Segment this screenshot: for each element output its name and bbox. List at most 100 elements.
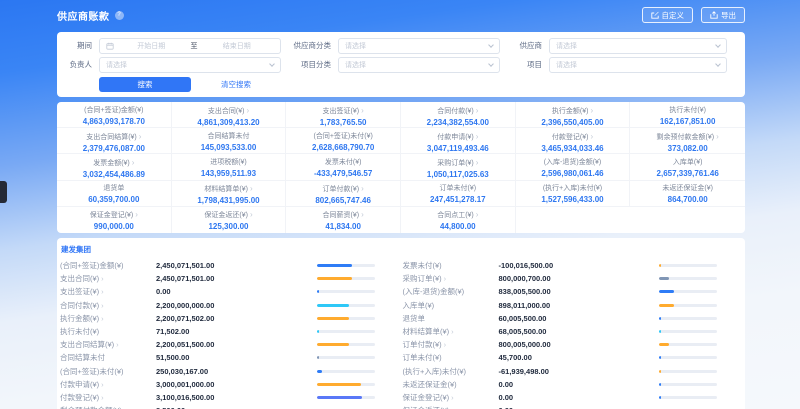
group-row[interactable]: 订单付款(¥)›800,005,000.00 (403, 338, 746, 351)
stat-cell[interactable]: 保证金登记(¥)›990,000.00 (57, 207, 172, 233)
group-row-label: (执行+入库)未付(¥) (403, 366, 499, 377)
stat-cell[interactable]: 付款申请(¥)›3,047,119,493.46 (401, 128, 516, 154)
mini-bar-fill (659, 290, 674, 293)
mini-bar-track (659, 264, 717, 267)
stat-cell[interactable]: 支出合同结算(¥)›2,379,476,087.00 (57, 128, 172, 154)
mini-bar-fill (317, 317, 349, 320)
group-row-value: 2,450,071,501.00 (156, 261, 214, 270)
supplier-category-filter-group: 供应商分类 请选择 (281, 38, 500, 54)
group-row[interactable]: 付款申请(¥)›3,000,001,000.00 (60, 378, 403, 391)
chevron-right-icon: › (716, 132, 719, 141)
mini-bar-fill (659, 383, 661, 386)
chevron-right-icon: › (451, 327, 454, 336)
group-row[interactable]: 材料结算单(¥)›68,005,500.00 (403, 325, 746, 338)
project-category-label: 项目分类 (281, 59, 338, 70)
stat-cell[interactable]: 合同点工(¥)›44,800.00 (401, 207, 516, 233)
stat-label: 支出合同结算(¥)› (57, 132, 171, 143)
stat-cell[interactable]: 材料结算单(¥)›1,798,431,995.00 (172, 181, 287, 207)
group-row[interactable]: 执行金额(¥)›2,200,071,502.00 (60, 312, 403, 325)
mini-bar-fill (317, 330, 319, 333)
group-row-label: 保证金登记(¥)› (403, 392, 499, 403)
stat-cell[interactable]: 合同付款(¥)›2,234,382,554.00 (401, 102, 516, 128)
date-range-input[interactable]: 开始日期 至 结束日期 (99, 38, 281, 54)
chevron-right-icon: › (361, 184, 364, 193)
stat-value: 802,665,747.46 (286, 195, 400, 206)
group-row-value: -61,939,498.00 (499, 367, 549, 376)
group-row[interactable]: 支出签证(¥)›0.00 (60, 285, 403, 298)
select-placeholder: 请选择 (345, 60, 366, 70)
mini-bar-fill (659, 330, 661, 333)
group-row-value: 838,005,500.00 (499, 287, 551, 296)
side-drawer-handle[interactable] (0, 181, 7, 203)
project-category-select[interactable]: 请选择 (338, 57, 500, 73)
customize-button[interactable]: 自定义 (642, 7, 694, 23)
stat-label: 未返还保证金(¥) (630, 184, 745, 194)
stat-value: 1,783,765.50 (286, 117, 400, 128)
group-row-label: 支出合同(¥)› (60, 273, 156, 284)
chevron-right-icon: › (444, 274, 447, 283)
group-row: 发票未付(¥)-100,016,500.00 (403, 259, 746, 272)
stat-cell[interactable]: 执行金额(¥)›2,396,550,405.00 (516, 102, 631, 128)
stat-cell[interactable]: 采购订单(¥)›1,050,117,025.63 (401, 154, 516, 180)
chevron-right-icon: › (451, 393, 454, 402)
stat-cell[interactable]: 保证金返还(¥)›125,300.00 (172, 207, 287, 233)
group-row[interactable]: 保证金登记(¥)›0.00 (403, 391, 746, 404)
mini-bar-track (317, 330, 375, 333)
stat-label: 合同结算未付 (172, 132, 286, 142)
chevron-right-icon: › (139, 132, 142, 141)
supplier-category-label: 供应商分类 (281, 40, 338, 51)
stat-cell[interactable]: 发票金额(¥)›3,032,454,486.89 (57, 154, 172, 180)
group-row-label: 付款申请(¥)› (60, 379, 156, 390)
group-row[interactable]: 剩余预付款金额(¥)›8,500.00 (60, 404, 403, 409)
period-label: 期间 (57, 40, 99, 51)
select-placeholder: 请选择 (106, 60, 127, 70)
mini-bar-track (317, 396, 375, 399)
clear-search-link[interactable]: 清空搜索 (221, 79, 251, 90)
group-row-label: (合同+签证)未付(¥) (60, 366, 156, 377)
search-button[interactable]: 搜索 (99, 77, 191, 92)
stat-label: 执行金额(¥)› (516, 106, 630, 117)
mini-bar-fill (317, 370, 323, 373)
supplier-select[interactable]: 请选择 (549, 38, 727, 54)
chevron-right-icon: › (250, 210, 253, 219)
project-select[interactable]: 请选择 (549, 57, 727, 73)
help-icon[interactable]: ? (115, 11, 124, 20)
group-row[interactable]: 保证金返还(¥)›0.00 (403, 404, 746, 409)
stat-label: (合同+签证)金额(¥) (57, 106, 171, 116)
chevron-right-icon: › (101, 287, 104, 296)
stat-value: 2,596,980,061.46 (516, 168, 630, 179)
stat-cell: 发票未付(¥)-433,479,546.57 (286, 154, 401, 180)
stat-label: 保证金登记(¥)› (57, 210, 171, 221)
stat-value: 4,863,093,178.70 (57, 116, 171, 127)
owner-select[interactable]: 请选择 (99, 57, 281, 73)
chevron-right-icon: › (476, 210, 479, 219)
stat-label: 采购订单(¥)› (401, 158, 515, 169)
chevron-right-icon: › (590, 132, 593, 141)
stat-label: 付款申请(¥)› (401, 132, 515, 143)
stat-cell[interactable]: 订单付款(¥)›802,665,747.46 (286, 181, 401, 207)
chevron-right-icon: › (250, 184, 253, 193)
stat-cell: (合同+签证)未付(¥)2,628,668,790.70 (286, 128, 401, 154)
stat-value: 247,451,278.17 (401, 194, 515, 205)
group-row[interactable]: 支出合同结算(¥)›2,200,051,500.00 (60, 338, 403, 351)
chevron-right-icon: › (101, 393, 104, 402)
stat-value: 3,032,454,486.89 (57, 169, 171, 180)
group-row-label: 合同付款(¥)› (60, 300, 156, 311)
group-row-value: 45,700.00 (499, 353, 532, 362)
chevron-right-icon: › (132, 158, 135, 167)
group-row[interactable]: 采购订单(¥)›800,000,700.00 (403, 272, 746, 285)
stat-cell[interactable]: 剩余预付款金额(¥)›373,082.00 (630, 128, 745, 154)
export-button[interactable]: 导出 (701, 7, 745, 23)
stat-cell[interactable]: 支出签证(¥)›1,783,765.50 (286, 102, 401, 128)
group-row-value: 2,200,051,500.00 (156, 340, 214, 349)
group-row[interactable]: 付款登记(¥)›3,100,016,500.00 (60, 391, 403, 404)
stat-cell[interactable]: 合同薪资(¥)›41,834.00 (286, 207, 401, 233)
group-row-label: (合同+签证)金额(¥) (60, 260, 156, 271)
mini-bar-fill (317, 290, 319, 293)
mini-bar-fill (317, 356, 319, 359)
stat-cell[interactable]: 付款登记(¥)›3,465,934,033.46 (516, 128, 631, 154)
stat-cell[interactable]: 支出合同(¥)›4,861,309,413.20 (172, 102, 287, 128)
supplier-category-select[interactable]: 请选择 (338, 38, 500, 54)
group-row[interactable]: 支出合同(¥)›2,450,071,501.00 (60, 272, 403, 285)
group-row[interactable]: 合同付款(¥)›2,200,000,000.00 (60, 299, 403, 312)
